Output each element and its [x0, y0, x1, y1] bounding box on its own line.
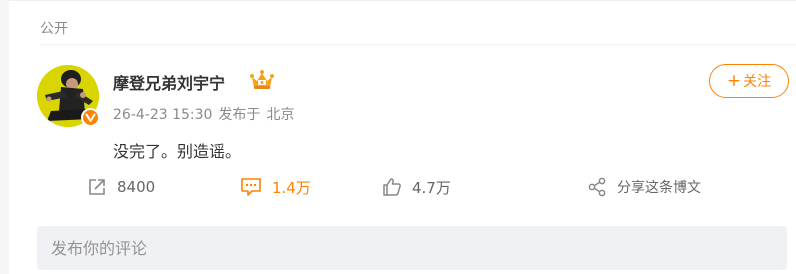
post-card: 公开 摩登兄弟刘宇宁 26-4-23 15:30 发布于 北京 + 关注 没完了…	[9, 0, 796, 274]
repost-count: 8400	[117, 178, 156, 196]
post-location: 北京	[266, 107, 295, 123]
share-button[interactable]: 分享这条博文	[587, 174, 701, 200]
comment-input[interactable]	[37, 226, 787, 270]
divider	[9, 0, 796, 1]
share-icon	[588, 177, 606, 197]
post-meta: 26-4-23 15:30 发布于 北京	[113, 104, 294, 124]
follow-label: 关注	[743, 74, 772, 90]
author-name[interactable]: 摩登兄弟刘宇宁	[113, 70, 225, 94]
like-icon	[383, 178, 401, 196]
verified-badge-icon	[81, 108, 100, 127]
like-count: 4.7万	[412, 178, 451, 197]
plus-icon: +	[726, 70, 742, 91]
vip-crown-icon[interactable]	[249, 69, 275, 91]
divider	[40, 44, 796, 45]
repost-icon	[89, 179, 105, 195]
repost-button[interactable]: 8400	[87, 174, 155, 200]
comment-count: 1.4万	[272, 178, 311, 197]
comment-icon	[241, 178, 261, 196]
post-time[interactable]: 26-4-23 15:30	[113, 107, 212, 123]
follow-button[interactable]: + 关注	[709, 64, 789, 98]
action-bar: 8400 1.4万 4.7万 分享这条博文	[9, 174, 796, 200]
comment-button[interactable]: 1.4万	[240, 174, 311, 200]
visibility-label: 公开	[40, 21, 68, 37]
post-content: 没完了。别造谣。	[113, 142, 242, 161]
like-button[interactable]: 4.7万	[382, 174, 451, 200]
share-label: 分享这条博文	[617, 180, 701, 196]
source-label: 发布于	[218, 107, 261, 123]
